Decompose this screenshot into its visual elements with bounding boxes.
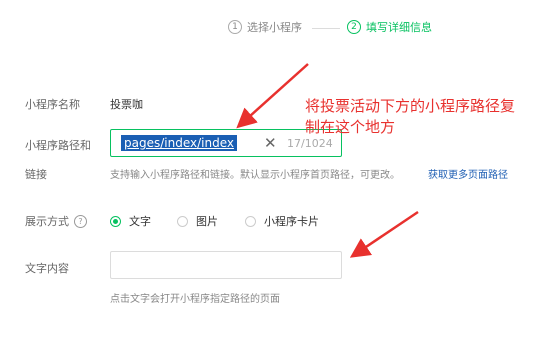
annotation-line-1: 将投票活动下方的小程序路径复 xyxy=(305,97,516,115)
help-icon[interactable]: ? xyxy=(74,214,87,228)
get-more-paths-link[interactable]: 获取更多页面路径 xyxy=(428,166,508,181)
radio-option-image[interactable]: 图片 xyxy=(177,213,218,229)
miniprogram-name-value: 投票咖 xyxy=(110,98,143,111)
display-mode-label-text: 展示方式 xyxy=(25,215,69,228)
path-label: 小程序路径和 xyxy=(25,139,91,152)
display-mode-label: 展示方式 ? xyxy=(25,213,87,229)
radio-option-text[interactable]: 文字 xyxy=(110,213,151,229)
radio-option-image-label: 图片 xyxy=(196,215,218,228)
step-number-2: 2 xyxy=(347,20,361,34)
text-content-label: 文字内容 xyxy=(25,262,69,275)
step-divider xyxy=(312,28,340,29)
path-char-counter: 17/1024 xyxy=(287,137,333,150)
text-content-hint: 点击文字会打开小程序指定路径的页面 xyxy=(110,294,280,305)
miniprogram-name-label: 小程序名称 xyxy=(25,98,80,111)
path-hint: 支持输入小程序路径和链接。默认显示小程序首页路径，可更改。 xyxy=(110,170,400,181)
radio-checked-icon xyxy=(110,215,121,227)
radio-unchecked-icon xyxy=(245,215,256,227)
arrow-to-path-input xyxy=(236,63,309,129)
step-label-2: 填写详细信息 xyxy=(366,21,432,34)
annotation-text: 将投票活动下方的小程序路径复 制在这个地方 xyxy=(305,96,515,138)
path-input-value: pages/index/index xyxy=(121,135,237,151)
annotation-line-2: 制在这个地方 xyxy=(305,118,396,136)
step-select-miniprogram[interactable]: 1 选择小程序 xyxy=(228,19,302,35)
step-label-1: 选择小程序 xyxy=(247,21,302,34)
step-fill-details[interactable]: 2 填写详细信息 xyxy=(347,19,432,35)
text-content-input[interactable] xyxy=(110,251,342,279)
radio-option-card[interactable]: 小程序卡片 xyxy=(245,213,319,229)
step-number-1: 1 xyxy=(228,20,242,34)
arrow-to-text-input xyxy=(349,210,419,258)
path-label-line2: 链接 xyxy=(25,168,47,181)
radio-option-card-label: 小程序卡片 xyxy=(264,215,319,228)
radio-unchecked-icon xyxy=(177,215,188,227)
clear-icon[interactable]: ✕ xyxy=(264,135,277,151)
radio-option-text-label: 文字 xyxy=(129,215,151,228)
